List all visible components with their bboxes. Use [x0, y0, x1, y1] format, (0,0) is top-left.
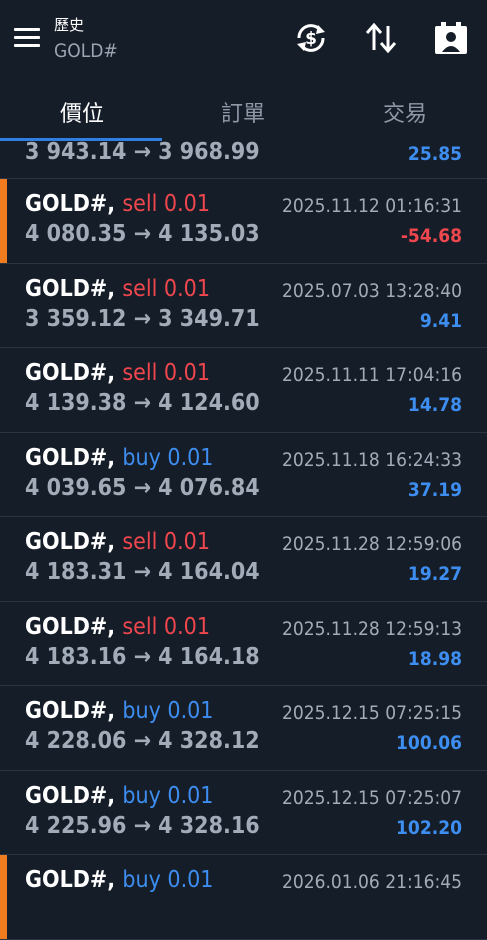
- trade-time: 2025.11.28 12:59:06: [281, 533, 462, 555]
- trade-time: 2025.11.28 12:59:13: [281, 617, 462, 640]
- trade-time: 2025.11.11 17:04:16: [281, 364, 462, 386]
- trade-time: 2025.12.15 07:25:07: [281, 786, 462, 809]
- price-range: 4 183.31 → 4 164.04: [25, 559, 260, 585]
- symbol-label: GOLD#, sell 0.01: [25, 276, 210, 302]
- trade-side: buy 0.01: [122, 782, 214, 809]
- symbol-text: GOLD#,: [25, 613, 116, 640]
- menu-icon[interactable]: [14, 28, 40, 48]
- profit-value: 102.20: [396, 816, 462, 839]
- price-range: 4 139.38 → 4 124.60: [25, 390, 260, 416]
- symbol-text: GOLD#,: [25, 529, 116, 555]
- profit-value: 37.19: [407, 478, 462, 501]
- position-marker: [0, 855, 7, 939]
- trade-side: sell 0.01: [122, 275, 210, 302]
- symbol-label: GOLD#, buy 0.01: [25, 867, 213, 893]
- profit-value: -54.68: [400, 225, 462, 247]
- list-item[interactable]: GOLD#, sell 0.01 2025.07.03 13:28:40 3 359…: [0, 264, 487, 348]
- list-item[interactable]: GOLD#, buy 0.01 2025.11.18 16:24:33 4 039.…: [0, 433, 487, 517]
- page-title: 歷史: [54, 16, 85, 34]
- symbol-label: GOLD#, sell 0.01: [25, 191, 210, 217]
- symbol-text: GOLD#,: [25, 698, 116, 724]
- profit-value: 18.98: [407, 647, 462, 670]
- sort-arrows-icon[interactable]: [364, 20, 398, 56]
- price-range: 4 183.16 → 4 164.18: [25, 643, 260, 670]
- tab-orders[interactable]: 訂單: [183, 96, 303, 128]
- symbol-text: GOLD#,: [25, 191, 116, 217]
- list-item[interactable]: GOLD#, buy 0.01 2025.12.15 07:25:15 4 228.…: [0, 686, 487, 771]
- svg-text:$: $: [305, 29, 317, 49]
- price-range: 3 943.14 → 3 968.99: [25, 139, 260, 165]
- list-item[interactable]: GOLD#, buy 0.01 2026.01.06 21:16:45: [0, 855, 487, 940]
- symbol-text: GOLD#,: [25, 782, 116, 809]
- list-item[interactable]: GOLD#, buy 0.01 2025.12.15 07:25:07 4 225.…: [0, 771, 487, 855]
- trade-side: buy 0.01: [122, 698, 214, 724]
- symbol-label: GOLD#, sell 0.01: [25, 529, 210, 555]
- profit-value: 25.85: [407, 143, 462, 165]
- trade-side: sell 0.01: [122, 613, 210, 640]
- currency-sync-icon[interactable]: $: [294, 20, 328, 56]
- trade-time: 2026.01.06 21:16:45: [281, 871, 462, 893]
- price-range: 4 228.06 → 4 328.12: [25, 728, 260, 754]
- list-item[interactable]: GOLD#, sell 0.01 2025.11.12 01:16:31 4 080…: [0, 179, 487, 264]
- list-item[interactable]: GOLD#, sell 0.01 2025.11.28 12:59:13 4 183…: [0, 602, 487, 686]
- profit-value: 14.78: [407, 394, 462, 416]
- price-range: 4 080.35 → 4 135.03: [25, 221, 260, 247]
- symbol-label: GOLD#, buy 0.01: [25, 445, 213, 471]
- price-range: 4 039.65 → 4 076.84: [25, 474, 260, 501]
- symbol-label: GOLD#, buy 0.01: [25, 783, 213, 809]
- symbol-text: GOLD#,: [25, 867, 116, 893]
- profit-value: 9.41: [419, 309, 462, 332]
- symbol-text: GOLD#,: [25, 275, 116, 302]
- app-bar: 歷史 GOLD# $: [0, 0, 487, 80]
- symbol-text: GOLD#,: [25, 360, 116, 386]
- calendar-person-icon[interactable]: [434, 20, 468, 56]
- trade-side: buy 0.01: [122, 444, 214, 471]
- position-marker: [0, 179, 7, 263]
- tab-bar: 價位 訂單 交易: [0, 82, 487, 140]
- trade-time: 2025.11.12 01:16:31: [281, 195, 462, 217]
- symbol-text: GOLD#,: [25, 444, 116, 471]
- list-item[interactable]: GOLD#, sell 0.01 2025.11.11 17:04:16 4 139…: [0, 348, 487, 433]
- list-item[interactable]: 3 943.14 → 3 968.99 25.85: [0, 139, 487, 179]
- profit-value: 19.27: [407, 563, 462, 585]
- symbol-label: GOLD#, sell 0.01: [25, 614, 210, 640]
- list-item[interactable]: GOLD#, sell 0.01 2025.11.28 12:59:06 4 183…: [0, 517, 487, 602]
- price-range: 4 225.96 → 4 328.16: [25, 812, 260, 839]
- trade-time: 2025.07.03 13:28:40: [281, 279, 462, 302]
- symbol-label: GOLD#, buy 0.01: [25, 698, 213, 724]
- price-range: 3 359.12 → 3 349.71: [25, 305, 260, 332]
- trade-time: 2025.11.18 16:24:33: [281, 448, 462, 471]
- symbol-subtitle: GOLD#: [54, 40, 118, 62]
- trade-side: sell 0.01: [122, 529, 210, 555]
- trade-side: buy 0.01: [122, 867, 214, 893]
- profit-value: 100.06: [396, 732, 462, 754]
- symbol-label: GOLD#, sell 0.01: [25, 360, 210, 386]
- tab-prices[interactable]: 價位: [22, 96, 142, 128]
- trade-side: sell 0.01: [122, 191, 210, 217]
- trade-time: 2025.12.15 07:25:15: [281, 702, 462, 724]
- trade-side: sell 0.01: [122, 360, 210, 386]
- tab-deals[interactable]: 交易: [345, 96, 465, 128]
